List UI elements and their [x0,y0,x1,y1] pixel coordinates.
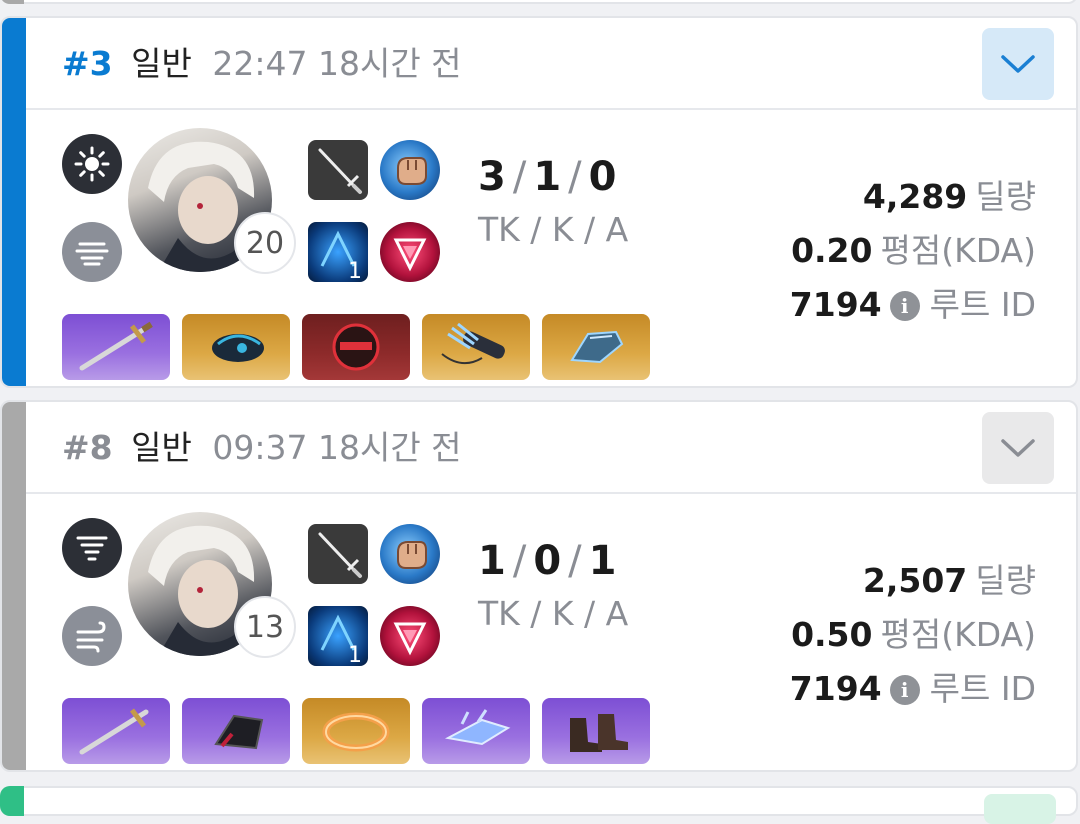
match-stats: 4,289 딜량 0.20 평점(KDA) 7194 i 루트 ID [790,170,1036,332]
gauntlet-item-icon[interactable] [542,314,650,380]
character-level: 13 [234,596,296,658]
cloud-icon [62,222,122,282]
route-id-value: 7194 [789,669,882,708]
info-icon[interactable]: i [889,291,920,321]
dragon-armor-item-icon[interactable] [182,314,290,380]
match-mode: 일반 [131,428,192,467]
match-accent-bar [2,402,26,770]
expand-toggle-button[interactable] [982,412,1054,484]
route-id-label: 루트 ID [929,669,1036,708]
sun-icon [62,134,122,194]
match-body: 13 1 1/0/1 TK / K / A 2,507 딜량 0.50 평점(KDA… [26,494,1076,770]
damage-value: 4,289 [862,177,968,216]
augment-trait-icon [380,606,440,666]
route-id-value: 7194 [789,285,882,324]
weapon-skill-icon: 1 [308,222,368,282]
damage-label: 딜량 [975,177,1036,216]
character-level: 20 [234,212,296,274]
wind-icon [62,606,122,666]
chevron-down-icon [1001,55,1035,73]
match-card: #3 일반 22:47 18시간 전 20 1 3 / 1 / 0 TK / K… [0,16,1078,388]
kda-score: 1/0/1 [478,538,618,584]
kda-k: 0 [533,538,563,584]
katana-weapon-icon [308,140,368,200]
match-stats: 2,507 딜량 0.50 평점(KDA) 7194 i 루트 ID [790,554,1036,716]
match-duration: 22:47 [212,44,308,83]
previous-match-card-edge [0,0,1080,6]
match-mode: 일반 [131,44,192,83]
match-time-ago: 18시간 전 [317,428,462,467]
kda-k: 1 [533,154,563,200]
fist-trait-icon [380,524,440,584]
match-duration: 09:37 [212,428,308,467]
armor-item-icon[interactable] [182,698,290,764]
expand-toggle-button[interactable] [982,28,1054,100]
next-match-card-edge [0,786,1080,824]
sword-item-icon[interactable] [62,314,170,380]
ring-item-icon[interactable] [302,698,410,764]
chevron-down-icon [1001,439,1035,457]
kda-label: TK / K / A [478,210,629,249]
score-label: 평점(KDA) [880,615,1036,654]
match-header[interactable]: #8 일반 09:37 18시간 전 [26,402,1076,494]
augment-trait-icon [380,222,440,282]
quiver-item-icon[interactable] [422,314,530,380]
kda-tk: 1 [478,538,507,584]
damage-value: 2,507 [862,561,968,600]
helmet-item-icon[interactable] [302,314,410,380]
info-icon[interactable]: i [889,675,920,705]
kda-a: 0 [588,154,618,200]
tornado-icon [62,518,122,578]
weapon-skill-icon: 1 [308,606,368,666]
match-rank: #8 [62,428,113,467]
katana-weapon-icon [308,524,368,584]
match-accent-bar [2,18,26,386]
match-card: #8 일반 09:37 18시간 전 13 1 1 / 0 / 1 TK / K… [0,400,1078,772]
sword-item-icon[interactable] [62,698,170,764]
weapon-skill-level: 1 [348,259,362,282]
kda-score: 3/1/0 [478,154,618,200]
match-header[interactable]: #3 일반 22:47 18시간 전 [26,18,1076,110]
kda-tk: 3 [478,154,507,200]
kda-a: 1 [588,538,618,584]
route-id-label: 루트 ID [929,285,1036,324]
score-label: 평점(KDA) [880,231,1036,270]
score-value: 0.20 [791,231,873,270]
kda-label: TK / K / A [478,594,629,633]
score-value: 0.50 [791,615,873,654]
crystal-blade-item-icon[interactable] [422,698,530,764]
fist-trait-icon [380,140,440,200]
damage-label: 딜량 [975,561,1036,600]
boots-item-icon[interactable] [542,698,650,764]
weapon-skill-level: 1 [348,643,362,666]
match-rank: #3 [62,44,113,83]
match-time-ago: 18시간 전 [317,44,462,83]
match-body: 20 1 3/1/0 TK / K / A 4,289 딜량 0.20 평점(KDA… [26,110,1076,386]
